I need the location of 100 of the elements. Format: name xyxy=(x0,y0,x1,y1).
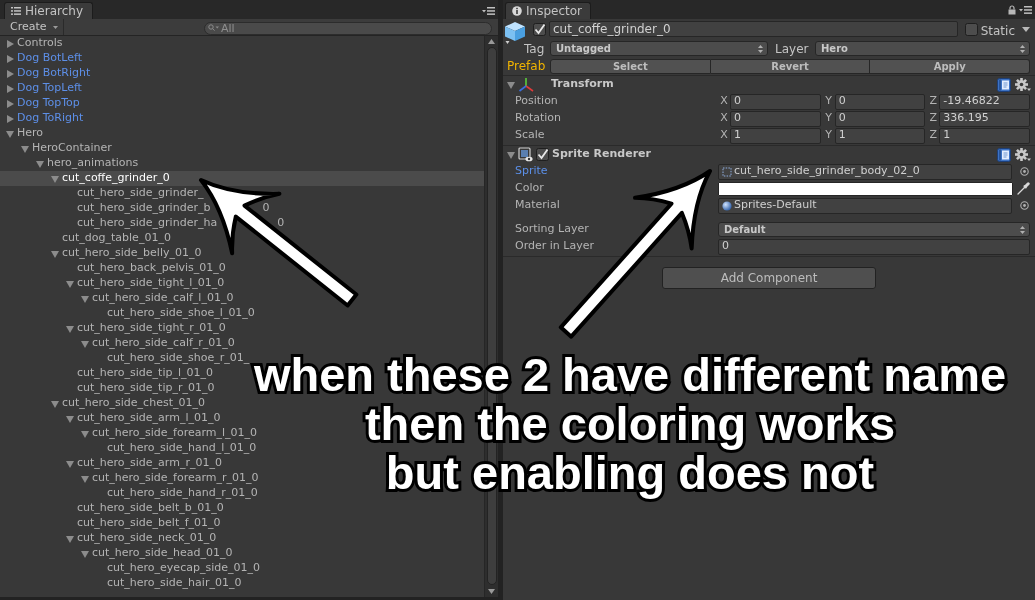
caret-down-icon[interactable] xyxy=(51,399,59,408)
tree-item[interactable]: cut_hero_side_tight_l_01_0 xyxy=(66,276,225,291)
name-field[interactable]: cut_coffe_grinder_0 xyxy=(549,21,958,37)
number-field[interactable]: 0 xyxy=(834,110,926,127)
tree-item[interactable]: cut_hero_side_hair_01_0 xyxy=(107,576,242,591)
caret-down-icon[interactable] xyxy=(66,534,74,543)
menu-icon[interactable] xyxy=(1019,6,1032,14)
number-field[interactable]: 1 xyxy=(939,127,1030,144)
caret-down-icon[interactable] xyxy=(81,549,89,558)
prefab-button[interactable]: Select xyxy=(550,58,711,74)
caret-down-icon[interactable] xyxy=(66,279,74,288)
number-field[interactable]: 0 xyxy=(718,238,1030,255)
tree-item[interactable]: cut_hero_side_belt_f_01_0 xyxy=(77,516,221,531)
checkbox[interactable] xyxy=(533,23,546,36)
caret-down-icon[interactable] xyxy=(21,144,29,153)
caret-down-icon[interactable] xyxy=(81,474,89,483)
scroll-down-icon[interactable] xyxy=(488,589,495,594)
caret-down-icon[interactable] xyxy=(507,150,515,159)
caret-down-icon[interactable] xyxy=(51,174,59,183)
target-icon[interactable] xyxy=(1020,201,1029,210)
tree-item[interactable]: cut_hero_side_belt_b_01_0 xyxy=(77,501,224,516)
caret-right-icon[interactable] xyxy=(6,99,14,108)
tree-item[interactable]: cut_hero_eyecap_side_01_0 xyxy=(107,561,260,576)
gear-icon[interactable] xyxy=(1015,147,1031,162)
tree-item[interactable]: Dog BotRight xyxy=(6,66,91,81)
caret-down-icon[interactable] xyxy=(1022,27,1030,32)
tree-item[interactable]: cut_hero_side_head_01_0 xyxy=(81,546,233,561)
tree-item[interactable]: cut_hero_side_hand_r_01_0 xyxy=(107,486,258,501)
add-component-button[interactable]: Add Component xyxy=(662,267,876,289)
caret-right-icon[interactable] xyxy=(6,39,14,48)
tree-item[interactable]: cut_hero_side_tip_l_01_0 xyxy=(77,366,214,381)
checkbox[interactable] xyxy=(536,148,549,161)
tree-item[interactable]: Dog TopTop xyxy=(6,96,80,111)
tree-item[interactable]: cut_hero_side_chest_01_0 xyxy=(51,396,205,411)
tree-item[interactable]: cut_hero_side_calf_l_01_0 xyxy=(81,291,234,306)
caret-down-icon[interactable] xyxy=(36,159,44,168)
tree-item[interactable]: cut_hero_side_grinder_b 0 xyxy=(77,201,270,216)
caret-down-icon[interactable] xyxy=(66,414,74,423)
book-icon[interactable] xyxy=(997,77,1011,92)
dropdown-field[interactable]: Default xyxy=(718,222,1030,237)
caret-down-icon[interactable] xyxy=(81,429,89,438)
checkbox[interactable] xyxy=(964,23,978,36)
tree-item[interactable]: Controls xyxy=(6,36,63,51)
number-field[interactable]: 1 xyxy=(730,127,821,144)
panel-tab[interactable]: Inspector xyxy=(505,2,591,19)
number-field[interactable]: 0 xyxy=(834,93,926,110)
number-field[interactable]: 1 xyxy=(834,127,926,144)
tree-item[interactable]: cut_hero_side_tight_r_01_0 xyxy=(66,321,226,336)
layer-dropdown[interactable]: Hero xyxy=(815,41,1030,56)
tree-item[interactable]: cut_hero_side_tip_r_01_0 xyxy=(77,381,215,396)
caret-right-icon[interactable] xyxy=(6,84,14,93)
prefab-button[interactable]: Apply xyxy=(870,58,1030,74)
tree-item[interactable]: HeroContainer xyxy=(21,141,112,156)
tree-item[interactable]: cut_hero_side_arm_r_01_0 xyxy=(66,456,222,471)
caret-down-icon[interactable] xyxy=(51,249,59,258)
tag-dropdown[interactable]: Untagged xyxy=(550,41,768,56)
gear-icon[interactable] xyxy=(1015,77,1031,92)
panel-tab[interactable]: Hierarchy xyxy=(4,2,93,19)
tree-item[interactable]: cut_hero_side_forearm_l_01_0 xyxy=(81,426,258,441)
tree-item[interactable]: cut_hero_side_grinder_ha 0 xyxy=(77,216,285,231)
create-dropdown[interactable]: Create xyxy=(4,19,64,35)
object-field[interactable]: cut_hero_side_grinder_body_02_0 xyxy=(718,163,1012,180)
tree-item[interactable]: cut_hero_side_neck_01_0 xyxy=(66,531,217,546)
scroll-up-icon[interactable] xyxy=(488,39,495,44)
tree-item[interactable]: Hero xyxy=(6,126,44,141)
caret-down-icon[interactable] xyxy=(6,129,14,138)
number-field[interactable]: -19.46822 xyxy=(939,93,1030,110)
tree-item[interactable]: cut_hero_back_pelvis_01_0 xyxy=(77,261,226,276)
caret-down-icon[interactable] xyxy=(507,80,515,89)
tree-item[interactable]: cut_hero_side_grinder_ xyxy=(77,186,204,201)
color-field[interactable] xyxy=(718,181,1013,196)
tree-item[interactable]: cut_coffe_grinder_0 xyxy=(51,171,170,186)
tree-item[interactable]: cut_hero_side_belly_01_0 xyxy=(51,246,202,261)
prefab-button[interactable]: Revert xyxy=(710,58,871,74)
book-icon[interactable] xyxy=(997,147,1011,162)
caret-down-icon[interactable] xyxy=(81,294,89,303)
tree-item[interactable]: cut_hero_side_calf_r_01_0 xyxy=(81,336,235,351)
number-field[interactable]: 0 xyxy=(730,93,821,110)
search-field[interactable]: All xyxy=(204,21,492,35)
tree-item[interactable]: cut_hero_side_forearm_r_01_0 xyxy=(81,471,259,486)
caret-down-icon[interactable] xyxy=(66,459,74,468)
caret-right-icon[interactable] xyxy=(6,69,14,78)
object-field[interactable]: Sprites-Default xyxy=(718,197,1012,214)
lock-icon[interactable] xyxy=(1008,5,1016,15)
tree-item[interactable]: cut_dog_table_01_0 xyxy=(62,231,171,246)
caret-down-icon[interactable] xyxy=(81,339,89,348)
number-field[interactable]: 0 xyxy=(730,110,821,127)
number-field[interactable]: 336.195 xyxy=(939,110,1030,127)
menu-icon[interactable] xyxy=(482,7,495,15)
tree-item[interactable]: cut_hero_side_shoe_r_01_ xyxy=(107,351,250,366)
caret-down-icon[interactable] xyxy=(66,324,74,333)
tree-item[interactable]: Dog ToRight xyxy=(6,111,84,126)
tree-item[interactable]: hero_animations xyxy=(36,156,139,171)
tree-item[interactable]: cut_hero_side_hand_l_01_0 xyxy=(107,441,257,456)
caret-right-icon[interactable] xyxy=(6,114,14,123)
target-icon[interactable] xyxy=(1020,167,1029,176)
tree-item[interactable]: Dog BotLeft xyxy=(6,51,82,66)
tree-item[interactable]: Dog TopLeft xyxy=(6,81,82,96)
eyedropper-icon[interactable] xyxy=(1017,182,1030,195)
tree-item[interactable]: cut_hero_side_shoe_l_01_0 xyxy=(107,306,255,321)
